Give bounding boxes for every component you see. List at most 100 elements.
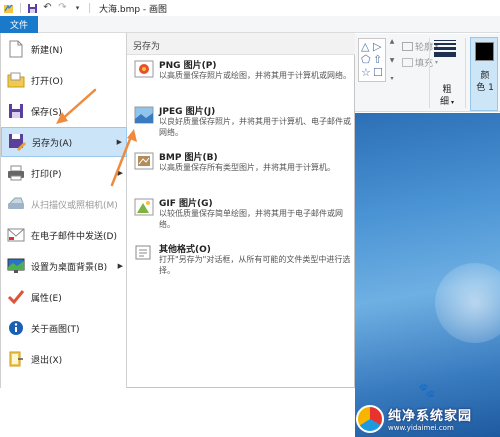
save-icon [6, 101, 26, 121]
file-menu: 新建(N) 打开(O) 保存(S) 另存为(A) ▶ 打印(P) ▶ 从扫描仪或… [0, 33, 127, 388]
watermark-name: 纯净系统家园 [388, 409, 473, 424]
desktop-background-icon [6, 256, 26, 276]
watermark-url: www.yidaimei.com [388, 424, 454, 432]
paint-app-icon[interactable] [3, 3, 14, 14]
fill-button[interactable]: 填充 ▾ [402, 56, 438, 69]
menu-item-email[interactable]: 在电子邮件中发送(D) [1, 220, 127, 250]
triangle-shape-icon[interactable]: △ [361, 41, 369, 52]
format-description: 打开"另存为"对话框，从所有可能的文件类型中进行选择。 [159, 255, 351, 275]
menu-item-about[interactable]: 关于画图(T) [1, 313, 127, 343]
save-as-jpeg[interactable]: JPEG 图片(J) 以良好质量保存照片，并将其用于计算机、电子邮件或网络。 [127, 103, 355, 147]
save-as-icon [7, 132, 27, 152]
menu-item-open[interactable]: 打开(O) [1, 65, 127, 95]
submenu-arrow-icon: ▶ [117, 169, 123, 177]
save-as-bmp[interactable]: BMP 图片(B) 以高质量保存所有类型图片，并将其用于计算机。 [127, 149, 355, 193]
star-shape-icon[interactable]: ☆ [361, 67, 371, 78]
menu-item-label: 保存(S) [31, 107, 62, 118]
callout-shape-icon[interactable]: ☐ [373, 67, 383, 78]
menu-item-save-as[interactable]: 另存为(A) ▶ [1, 127, 127, 157]
jpeg-image-icon [134, 106, 154, 124]
watermark: 纯净系统家园 www.yidaimei.com [352, 400, 500, 437]
arrow-shape-icon[interactable]: ▷ [373, 41, 381, 52]
color1-button[interactable]: 颜 色 1 [470, 37, 498, 111]
menu-item-label: 从扫描仪或照相机(M) [31, 200, 118, 211]
fill-bucket-icon [402, 58, 413, 67]
canvas-workspace[interactable]: 🐾 [355, 113, 500, 437]
outline-icon [402, 42, 413, 51]
color1-label: 颜 色 1 [476, 71, 494, 93]
info-icon [6, 318, 26, 338]
exit-icon [6, 349, 26, 369]
title-separator [89, 3, 90, 13]
email-icon [6, 225, 26, 245]
png-image-icon [134, 60, 154, 78]
menu-item-scanner: 从扫描仪或照相机(M) [1, 189, 127, 219]
arrow-up-shape-icon[interactable]: ⇧ [373, 54, 382, 65]
watermark-logo-icon [356, 404, 384, 433]
menu-item-label: 设置为桌面背景(B) [31, 262, 108, 273]
menu-item-exit[interactable]: 退出(X) [1, 344, 127, 374]
pawprint-icon: 🐾 [418, 383, 436, 399]
watermark-text: 纯净系统家园 www.yidaimei.com [388, 405, 472, 432]
title-separator [20, 3, 21, 13]
scroll-up-icon[interactable]: ▲ [390, 38, 395, 45]
menu-item-label: 另存为(A) [32, 138, 73, 149]
menu-item-label: 退出(X) [31, 355, 63, 366]
redo-icon[interactable]: ↷ [57, 3, 68, 14]
properties-check-icon [6, 287, 26, 307]
bmp-image-icon [134, 152, 154, 170]
save-as-gif[interactable]: GIF 图片(G) 以较低质量保存简单绘图，并将其用于电子邮件或网络。 [127, 195, 355, 239]
menu-item-save[interactable]: 保存(S) [1, 96, 127, 126]
submenu-arrow-icon: ▶ [117, 262, 123, 270]
menu-item-label: 关于画图(T) [31, 324, 80, 335]
thickness-label-line2: 细 ▾ [440, 97, 454, 107]
customize-quick-access-icon[interactable]: ▾ [72, 3, 83, 14]
format-description: 以高质量保存照片或绘图，并将其用于计算机或网络。 [159, 71, 351, 80]
outline-label: 轮廓 [415, 43, 434, 53]
window-title: 大海.bmp - 画图 [99, 4, 168, 15]
ribbon-panel: △ ▷ ⬠ ⇧ ☆ ☐ ▲ ▼ ▾ 轮廓 ▾ 填充 ▾ 粗 细 ▾ 颜 色 1 [355, 34, 500, 112]
menu-item-label: 在电子邮件中发送(D) [31, 231, 117, 242]
menu-item-new[interactable]: 新建(N) [1, 34, 127, 64]
new-file-icon [6, 39, 26, 59]
menu-item-print[interactable]: 打印(P) ▶ [1, 158, 127, 188]
save-as-submenu: 另存为 PNG 图片(P) 以高质量保存照片或绘图，并将其用于计算机或网络。 J… [127, 33, 355, 388]
submenu-header: 另存为 [127, 33, 355, 55]
color1-swatch [475, 42, 494, 61]
submenu-arrow-icon: ▶ [116, 138, 122, 146]
other-formats-icon [134, 244, 154, 262]
shapes-scroll[interactable]: ▲ ▼ ▾ [388, 38, 396, 82]
format-description: 以较低质量保存简单绘图，并将其用于电子邮件或网络。 [159, 209, 343, 229]
format-description: 以高质量保存所有类型图片，并将其用于计算机。 [159, 163, 335, 172]
menu-item-label: 打开(O) [31, 76, 64, 87]
menu-item-label: 属性(E) [31, 293, 62, 304]
save-icon[interactable] [27, 3, 38, 14]
open-folder-icon [6, 70, 26, 90]
menu-item-properties[interactable]: 属性(E) [1, 282, 127, 312]
format-description: 以良好质量保存照片，并将其用于计算机、电子邮件或网络。 [159, 117, 351, 137]
ribbon-divider [429, 38, 430, 108]
menu-item-label: 新建(N) [31, 45, 63, 56]
thickness-label-line1: 粗 [442, 85, 452, 95]
ribbon-tab-row: 文件 [0, 16, 500, 33]
scroll-down-icon[interactable]: ▼ [390, 57, 395, 64]
chevron-down-icon: ▾ [435, 59, 439, 66]
thickness-icon[interactable] [434, 40, 456, 57]
fill-label: 填充 [415, 59, 434, 69]
thickness-button[interactable]: 粗 细 ▾ [435, 84, 459, 109]
save-as-other-formats[interactable]: 其他格式(O) 打开"另存为"对话框，从所有可能的文件类型中进行选择。 [127, 241, 355, 285]
expand-gallery-icon[interactable]: ▾ [390, 75, 393, 82]
menu-item-label: 打印(P) [31, 169, 62, 180]
shapes-gallery[interactable]: △ ▷ ⬠ ⇧ ☆ ☐ [358, 38, 386, 82]
file-tab[interactable]: 文件 [0, 16, 38, 33]
outline-button[interactable]: 轮廓 ▾ [402, 40, 438, 53]
pentagon-shape-icon[interactable]: ⬠ [361, 54, 371, 65]
title-bar: ↶ ↷ ▾ 大海.bmp - 画图 [0, 0, 500, 16]
gif-image-icon [134, 198, 154, 216]
undo-icon[interactable]: ↶ [42, 3, 53, 14]
menu-item-desktop-background[interactable]: 设置为桌面背景(B) ▶ [1, 251, 127, 281]
save-as-png[interactable]: PNG 图片(P) 以高质量保存照片或绘图，并将其用于计算机或网络。 [127, 57, 355, 101]
submenu-title: 另存为 [133, 42, 161, 52]
ribbon-divider [465, 38, 466, 108]
printer-icon [6, 163, 26, 183]
